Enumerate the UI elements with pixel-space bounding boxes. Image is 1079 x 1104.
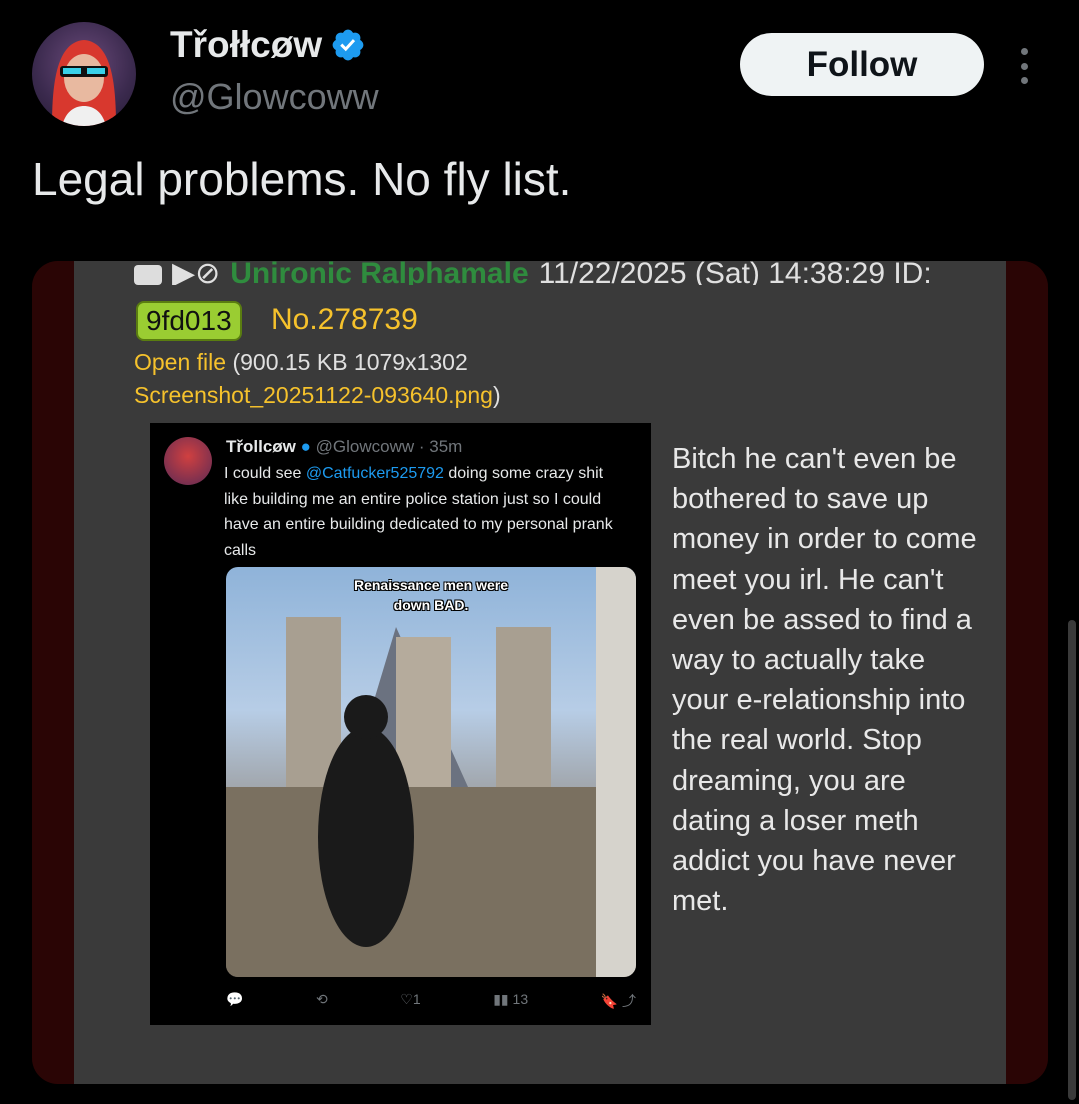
verified-badge-icon xyxy=(332,29,364,61)
media-border-right xyxy=(1006,261,1048,1084)
embedded-screenshot: Třollcøw ● @Glowcoww · 35m I could see @… xyxy=(150,423,651,1025)
more-options-icon[interactable] xyxy=(1014,48,1034,84)
embedded-name: Třollcøw xyxy=(226,437,296,456)
imageboard-post: ▶⊘ Unironic Ralphamale 11/22/2025 (Sat) … xyxy=(74,261,1006,1084)
embedded-retweet-icon: ⟲ xyxy=(316,991,328,1007)
embedded-handle: @Glowcoww · 35m xyxy=(315,437,463,456)
post-number: No.278739 xyxy=(271,303,418,336)
embedded-mention: @Catfucker525792 xyxy=(305,465,444,482)
embedded-image-caption: Renaissance men were down BAD. xyxy=(226,575,636,615)
poster-id-badge: 9fd013 xyxy=(136,301,242,341)
embedded-reply-icon: 💬 xyxy=(226,991,244,1007)
author-handle[interactable]: @Glowcoww xyxy=(170,76,379,118)
embedded-like-count: 1 xyxy=(412,991,421,1007)
caption-line-1: Renaissance men were xyxy=(353,577,509,593)
embedded-like: ♡1 xyxy=(400,991,421,1007)
media-border-left xyxy=(32,261,74,1084)
embedded-avatar xyxy=(164,437,212,485)
embedded-text-start: I could see xyxy=(224,465,306,482)
open-file-link: Open file xyxy=(134,349,227,375)
poster-name: Unironic Ralphamale xyxy=(230,261,529,285)
embedded-view-count: 13 xyxy=(512,991,529,1007)
embedded-action-bar: 💬 ⟲ ♡1 ▮▮ 13 🔖 ⤴ xyxy=(226,991,636,1011)
file-meta: (900.15 KB 1079x1302 xyxy=(226,349,468,375)
post-checkbox-icon xyxy=(134,265,162,285)
post-body-text: Bitch he can't even be bothered to save … xyxy=(672,443,977,918)
post-timestamp: 11/22/2025 (Sat) 14:38:29 ID: xyxy=(538,261,932,285)
embedded-views: ▮▮ 13 xyxy=(493,991,529,1007)
hide-arrow-icon: ▶⊘ xyxy=(172,261,221,285)
author-display-name[interactable]: Třołłcøw xyxy=(170,24,322,66)
post-header: ▶⊘ Unironic Ralphamale 11/22/2025 (Sat) … xyxy=(134,261,932,285)
embedded-video-thumbnail: Renaissance men were down BAD. xyxy=(226,567,636,977)
tweet-media[interactable]: ▶⊘ Unironic Ralphamale 11/22/2025 (Sat) … xyxy=(32,261,1048,1084)
follow-button[interactable]: Follow xyxy=(740,33,984,96)
embedded-text: I could see @Catfucker525792 doing some … xyxy=(224,461,624,563)
embedded-name-row: Třollcøw ● @Glowcoww · 35m xyxy=(226,437,462,457)
file-name-line: Screenshot_20251122-093640.png) xyxy=(134,382,501,409)
scrollbar[interactable] xyxy=(1068,620,1076,1100)
embedded-verified-icon: ● xyxy=(300,437,311,456)
tweet-text: Legal problems. No fly list. xyxy=(32,153,572,205)
file-info: Open file (900.15 KB 1079x1302 xyxy=(134,349,468,376)
author-name-row[interactable]: Třołłcøw xyxy=(170,24,366,66)
file-info-close: ) xyxy=(492,382,501,408)
embedded-bookmark-share-icon: 🔖 ⤴ xyxy=(600,993,636,1009)
author-avatar[interactable] xyxy=(32,22,136,126)
file-name: Screenshot_20251122-093640.png xyxy=(134,382,493,408)
caption-line-2: down BAD. xyxy=(393,597,469,613)
